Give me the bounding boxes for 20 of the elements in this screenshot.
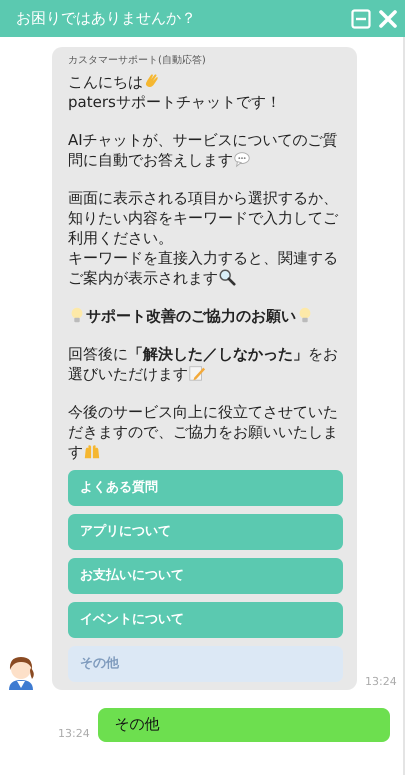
option-button[interactable]: イベントについて	[68, 602, 343, 638]
message-text: 今後のサービス向上に役立てさせていただきますので、ご協力をお願いいたします	[68, 402, 339, 462]
speech-bubble-icon	[233, 150, 251, 168]
magnifier-icon	[218, 268, 236, 286]
option-button[interactable]: お支払いについて	[68, 558, 343, 594]
message-text: こんにちは patersサポートチャットです！	[68, 72, 282, 112]
close-icon[interactable]	[379, 10, 397, 28]
message-text: AIチャットが、サービスについてのご質問に自動でお答えします	[68, 130, 339, 170]
message-text: 回答後に「解決した／しなかった」をお選びいただけます	[68, 344, 339, 384]
chat-title: お困りではありませんか？	[16, 8, 197, 30]
option-button[interactable]: アプリについて	[68, 514, 343, 550]
message-text: 画面に表示される項目から選択するか、知りたい内容をキーワードで入力してご利用ください。 キーワードを直接入力すると、関連するご案内が表示されます	[68, 188, 340, 288]
message-time: 13:24	[365, 674, 397, 690]
user-message: その他	[98, 708, 390, 742]
minimize-icon[interactable]	[351, 8, 371, 28]
memo-pencil-icon	[188, 364, 206, 382]
message-text: サポート改善のご協力のお願い	[68, 306, 343, 326]
message-time: 13:24	[58, 726, 90, 742]
option-button[interactable]: よくある質問	[68, 470, 343, 506]
sender-name: カスタマーサポート(自動応答)	[68, 54, 207, 68]
